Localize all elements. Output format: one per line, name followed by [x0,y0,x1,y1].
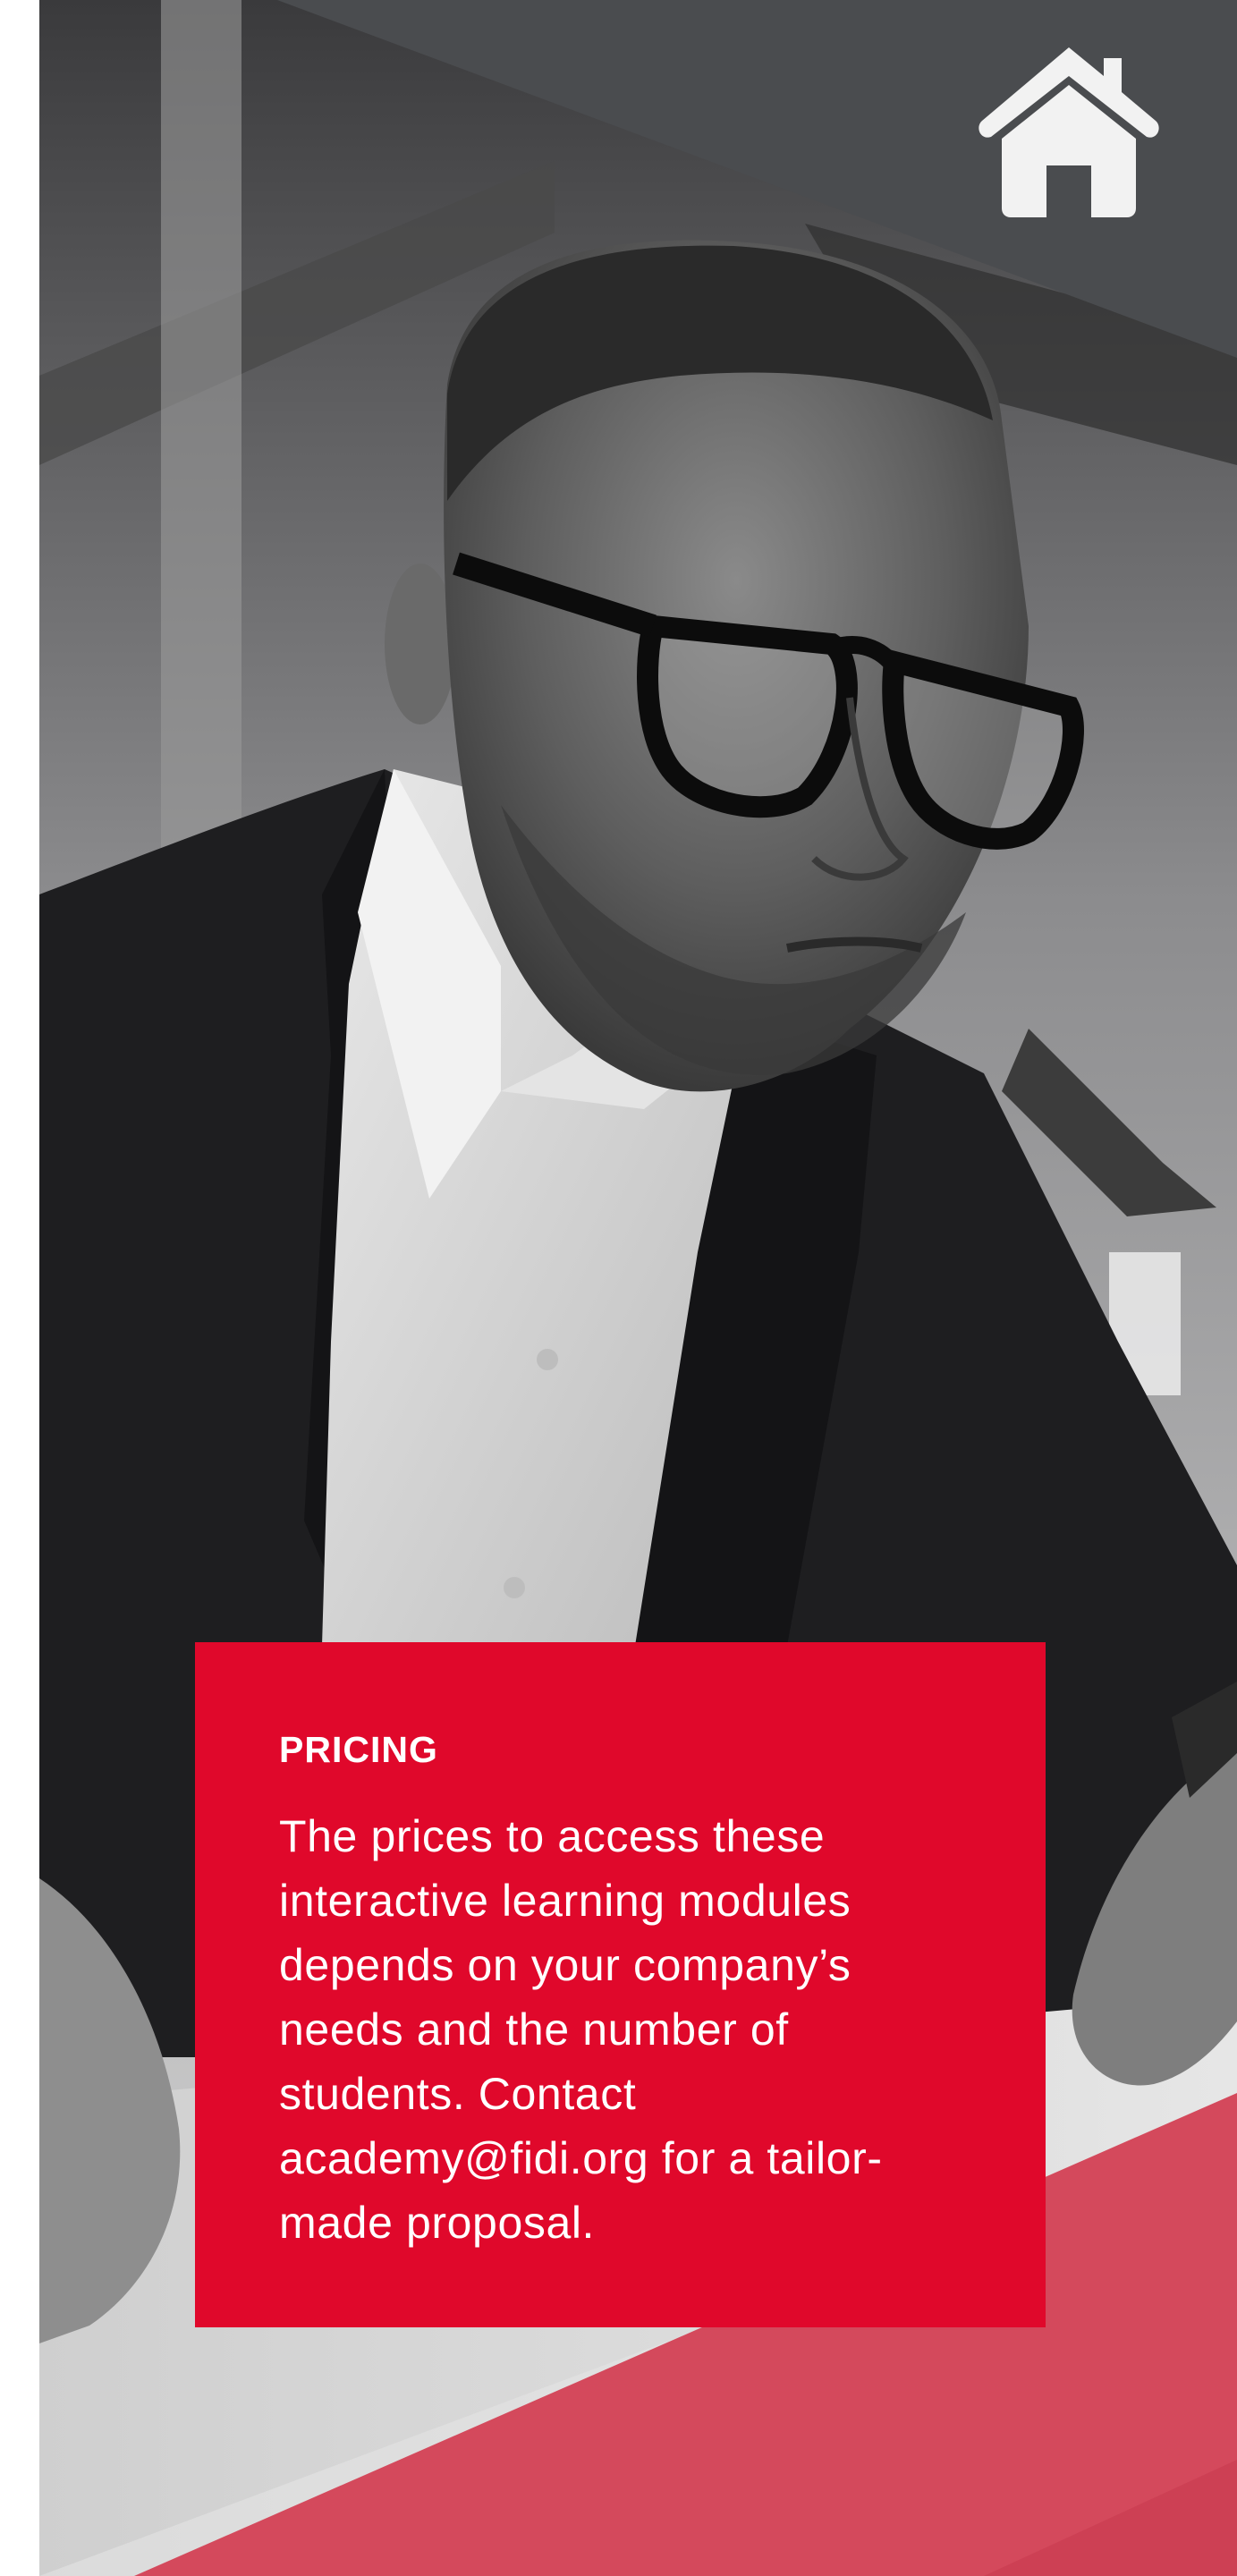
pricing-line: interactive learning modules [279,1876,851,1926]
pricing-line: students. Contact [279,2069,637,2119]
pricing-line: depends on your company’s [279,1940,851,1990]
pricing-email-line: academy@fidi.org for a tailor- [279,2133,883,2183]
pricing-line: The prices to access these [279,1811,826,1861]
shirt-button-1 [537,1349,558,1370]
pricing-body: The prices to access these interactive l… [279,1804,965,2255]
left-margin [0,0,39,2576]
home-icon [979,47,1159,217]
pricing-line: needs and the number of [279,2004,789,2055]
pillar [161,0,241,894]
shirt-button-2 [504,1577,525,1598]
home-button[interactable] [975,40,1163,219]
page-stage: PRICING The prices to access these inter… [0,0,1237,2576]
pricing-line: made proposal. [279,2198,596,2248]
glasses-frame-left [637,614,858,818]
pricing-title: PRICING [279,1729,438,1770]
pricing-card: PRICING The prices to access these inter… [195,1642,1046,2327]
